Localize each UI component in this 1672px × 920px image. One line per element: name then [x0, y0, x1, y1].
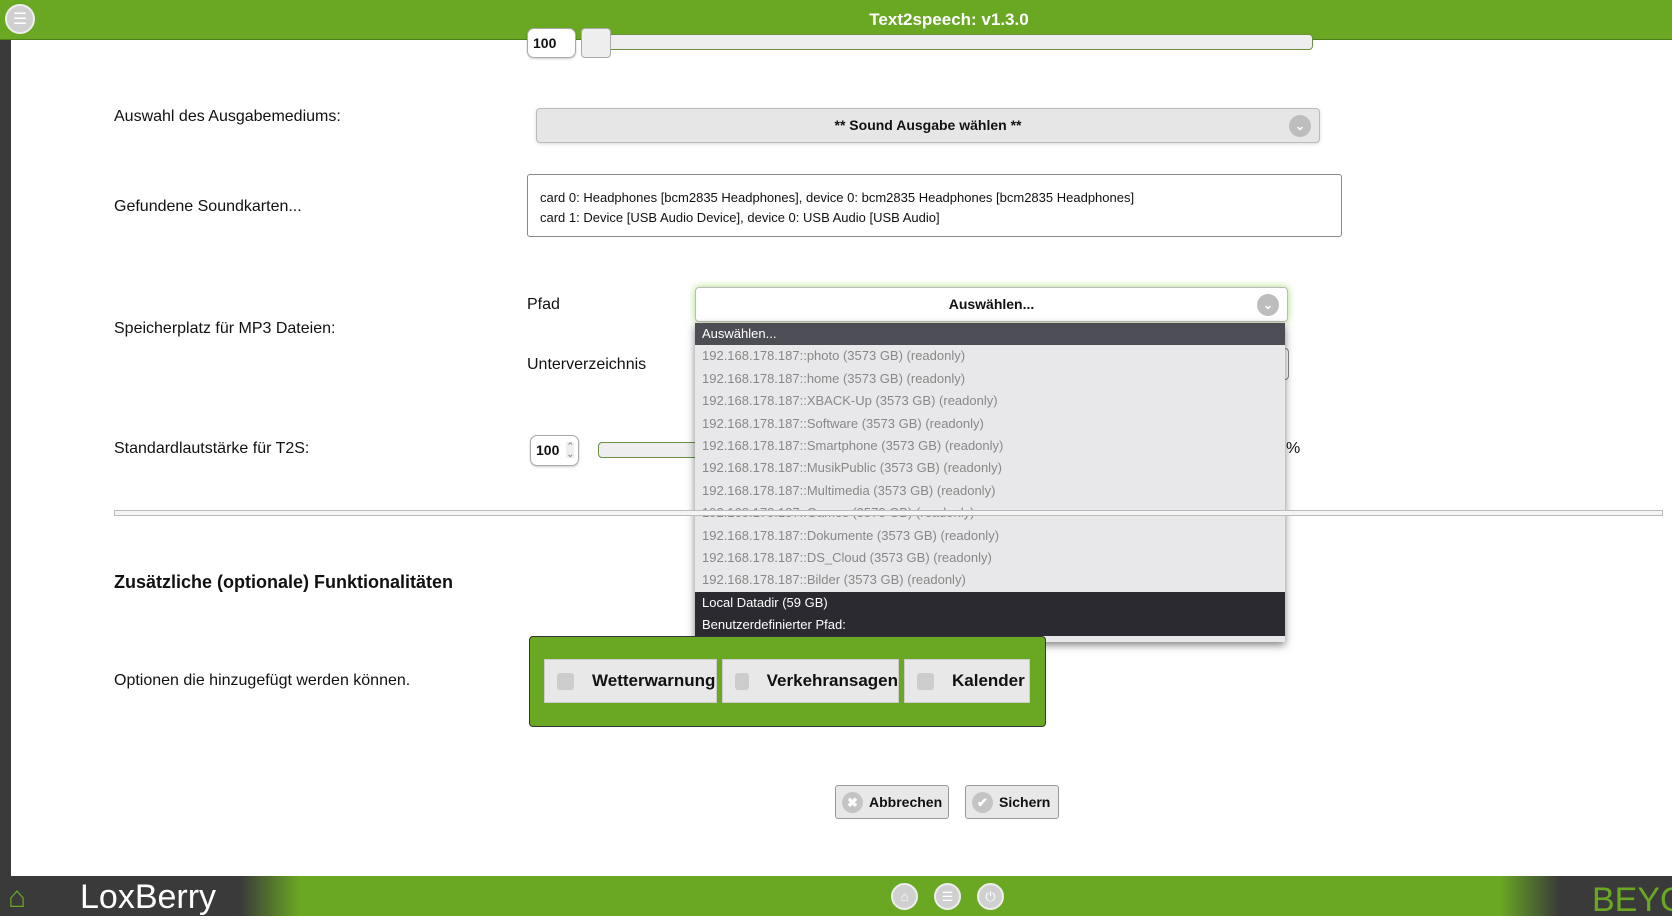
output-medium-value: ** Sound Ausgabe wählen ** [834, 117, 1022, 133]
menu-icon: ☰ [12, 11, 28, 28]
optional-label: Optionen die hinzugefügt werden können. [114, 672, 411, 689]
dropdown-option[interactable]: 192.168.178.187::Bilder (3573 GB) (reado… [695, 569, 1285, 591]
soundcard-line: card 0: Headphones [bcm2835 Headphones],… [540, 190, 1135, 205]
optional-heading: Zusätzliche (optionale) Funktionalitäten [114, 572, 454, 592]
loxberry-logo-icon: ⌂ [8, 881, 27, 914]
save-button[interactable]: ✔ Sichern [965, 785, 1059, 819]
footer-bar [0, 876, 1672, 916]
dropdown-option[interactable]: 192.168.178.187::Dokumente (3573 GB) (re… [695, 525, 1285, 547]
dropdown-option[interactable]: Auswählen... [695, 323, 1285, 346]
dropdown-option[interactable]: Benutzerdefinierter Pfad: [695, 614, 1285, 637]
spinner-value: 100 [533, 35, 557, 51]
volume-spinner[interactable]: 100 ⌃ ⌄ [530, 435, 579, 466]
chevron-down-icon: ⌄ [1257, 293, 1279, 316]
output-medium-label: Auswahl des Ausgabemediums: [114, 108, 341, 125]
dropdown-option[interactable]: Local Datadir (59 GB) [695, 591, 1285, 615]
top-spinner[interactable]: 100 [527, 28, 576, 58]
storage-label: Speicherplatz für MP3 Dateien: [114, 320, 336, 337]
checkbox-icon [917, 672, 934, 690]
output-medium-select[interactable]: ** Sound Ausgabe wählen ** ⌄ [536, 108, 1320, 143]
checkbox-kalender[interactable]: Kalender [904, 659, 1030, 703]
path-label: Pfad [527, 296, 560, 313]
path-select[interactable]: Auswählen... ⌄ [695, 287, 1288, 322]
cancel-button[interactable]: ✖ Abbrechen [835, 785, 949, 819]
spinner-arrows-icon: ⌃ ⌄ [566, 441, 574, 459]
check-icon: ✔ [972, 791, 993, 813]
top-slider-handle[interactable] [581, 28, 611, 58]
footer-menu-button[interactable]: ☰ [934, 883, 961, 910]
dropdown-option[interactable]: 192.168.178.187::DS_Cloud (3573 GB) (rea… [695, 547, 1285, 569]
checkbox-label: Verkehransagen [766, 671, 898, 690]
volume-unit: % [1286, 440, 1301, 457]
dropdown-option[interactable]: 192.168.178.187::XBACK-Up (3573 GB) (rea… [695, 390, 1285, 412]
volume-value: 100 [536, 442, 560, 458]
page-title: Text2speech: v1.3.0 [869, 10, 1029, 29]
checkbox-verkehransagen[interactable]: Verkehransagen [722, 659, 899, 703]
close-icon: ✖ [842, 791, 863, 813]
soundcards-box: card 0: Headphones [bcm2835 Headphones],… [527, 174, 1342, 237]
dropdown-option[interactable]: 192.168.178.187::home (3573 GB) (readonl… [695, 368, 1285, 390]
checkbox-label: Kalender [952, 671, 1025, 690]
cancel-label: Abbrechen [869, 794, 943, 810]
soundcard-line: card 1: Device [USB Audio Device], devic… [540, 210, 940, 225]
power-icon: ⏻ [985, 888, 996, 904]
checkbox-icon [557, 672, 574, 690]
dropdown-option[interactable]: 192.168.178.187::Multimedia (3573 GB) (r… [695, 480, 1285, 502]
section-divider [114, 510, 1663, 516]
menu-icon: ☰ [941, 888, 954, 904]
home-icon: ⌂ [900, 889, 909, 904]
checkbox-icon [735, 672, 749, 690]
dropdown-option[interactable]: 192.168.178.187::MusikPublic (3573 GB) (… [695, 457, 1285, 479]
chevron-down-icon: ⌄ [1289, 114, 1311, 137]
top-slider[interactable] [581, 34, 1313, 50]
soundcards-label: Gefundene Soundkarten... [114, 198, 302, 215]
footer-right-text: BEYOND [1592, 881, 1672, 919]
dropdown-option[interactable]: 192.168.178.187::Software (3573 GB) (rea… [695, 413, 1285, 435]
volume-label: Standardlautstärke für T2S: [114, 440, 310, 457]
menu-button[interactable]: ☰ [5, 4, 35, 34]
left-sidebar-edge [0, 40, 11, 876]
path-select-value: Auswählen... [948, 296, 1035, 312]
power-button[interactable]: ⏻ [977, 883, 1004, 910]
home-button[interactable]: ⌂ [891, 883, 918, 910]
checkbox-label: Wetterwarnung [592, 671, 716, 690]
subdir-label: Unterverzeichnis [527, 356, 647, 373]
save-label: Sichern [999, 794, 1051, 810]
checkbox-wetterwarnung[interactable]: Wetterwarnung [544, 659, 717, 703]
dropdown-option[interactable]: 192.168.178.187::photo (3573 GB) (readon… [695, 345, 1285, 367]
path-dropdown-list: Auswählen... 192.168.178.187::photo (357… [695, 323, 1285, 642]
dropdown-option[interactable]: 192.168.178.187::Smartphone (3573 GB) (r… [695, 435, 1285, 457]
loxberry-logo-text: LoxBerry [80, 878, 217, 916]
